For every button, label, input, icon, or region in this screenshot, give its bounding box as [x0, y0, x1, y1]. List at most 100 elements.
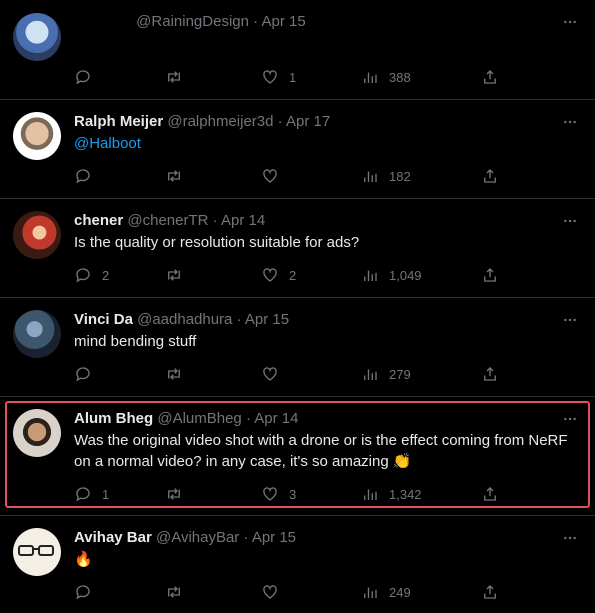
display-name[interactable]: chener: [74, 212, 123, 229]
reply-button[interactable]: [74, 166, 102, 186]
retweet-button[interactable]: [165, 582, 183, 602]
retweet-button[interactable]: [165, 484, 183, 504]
views-icon: [361, 68, 379, 86]
tweet[interactable]: Vinci Da @aadhadhura · Apr 15 mind bendi…: [0, 298, 595, 396]
share-button[interactable]: [481, 166, 499, 186]
views-icon: [361, 266, 379, 284]
tweet[interactable]: Alum Bheg @AlumBheg · Apr 14 Was the ori…: [0, 397, 595, 515]
more-icon[interactable]: [562, 530, 578, 546]
reply-icon: [74, 266, 92, 284]
like-button[interactable]: 1: [261, 67, 296, 87]
like-count: 1: [289, 69, 297, 85]
reply-count: 2: [102, 267, 110, 283]
like-button[interactable]: 3: [261, 484, 296, 504]
more-icon[interactable]: [562, 114, 578, 130]
tweet-text: Is the quality or resolution suitable fo…: [74, 234, 360, 251]
share-button[interactable]: [481, 67, 499, 87]
display-name[interactable]: Avihay Bar: [74, 529, 152, 546]
date[interactable]: Apr 15: [261, 13, 305, 30]
views-button[interactable]: 279: [361, 364, 411, 384]
share-icon: [481, 68, 499, 86]
reply-button[interactable]: [74, 364, 102, 384]
handle[interactable]: @AvihayBar: [156, 529, 239, 546]
retweet-button[interactable]: [165, 364, 183, 384]
views-button[interactable]: 1,049: [361, 265, 422, 285]
handle[interactable]: @RainingDesign: [136, 13, 249, 30]
views-button[interactable]: 1,342: [361, 484, 422, 504]
date[interactable]: Apr 14: [254, 410, 298, 427]
tweet-text: Was the original video shot with a drone…: [74, 432, 568, 470]
like-icon: [261, 485, 279, 503]
reply-icon: [74, 68, 92, 86]
views-count: 1,342: [389, 486, 422, 502]
more-icon[interactable]: [562, 14, 578, 30]
share-icon: [481, 485, 499, 503]
avatar[interactable]: [13, 211, 61, 259]
tweet-text: 🔥: [74, 551, 93, 568]
handle[interactable]: @chenerTR: [127, 212, 208, 229]
display-name[interactable]: Alum Bheg: [74, 410, 153, 427]
reply-icon: [74, 167, 92, 185]
tweet[interactable]: Ralph Meijer @ralphmeijer3d · Apr 17 @Ha…: [0, 100, 595, 198]
views-count: 182: [389, 168, 411, 184]
action-bar: 249: [74, 582, 579, 602]
like-button[interactable]: [261, 582, 289, 602]
like-icon: [261, 68, 279, 86]
tweet[interactable]: Avihay Bar @AvihayBar · Apr 15 🔥 249: [0, 516, 595, 613]
reply-button[interactable]: 1: [74, 484, 109, 504]
views-button[interactable]: 388: [361, 67, 411, 87]
date[interactable]: Apr 17: [286, 113, 330, 130]
tweet[interactable]: @RainingDesign · Apr 15 1 388: [0, 0, 595, 99]
retweet-button[interactable]: [165, 166, 183, 186]
share-button[interactable]: [481, 364, 499, 384]
avatar[interactable]: [13, 13, 61, 61]
share-icon: [481, 167, 499, 185]
handle[interactable]: @AlumBheg: [157, 410, 241, 427]
views-icon: [361, 167, 379, 185]
avatar[interactable]: [13, 310, 61, 358]
avatar[interactable]: [13, 409, 61, 457]
more-icon[interactable]: [562, 213, 578, 229]
avatar[interactable]: [13, 528, 61, 576]
share-button[interactable]: [481, 484, 499, 504]
like-button[interactable]: [261, 166, 289, 186]
more-icon[interactable]: [562, 411, 578, 427]
like-button[interactable]: 2: [261, 265, 296, 285]
share-button[interactable]: [481, 582, 499, 602]
views-count: 249: [389, 584, 411, 600]
action-bar: 182: [74, 166, 579, 186]
like-icon: [261, 583, 279, 601]
reply-button[interactable]: [74, 582, 102, 602]
display-name[interactable]: Vinci Da: [74, 311, 133, 328]
views-icon: [361, 583, 379, 601]
views-count: 1,049: [389, 267, 422, 283]
action-bar: 279: [74, 364, 579, 384]
retweet-icon: [165, 583, 183, 601]
reply-button[interactable]: [74, 67, 102, 87]
handle[interactable]: @ralphmeijer3d: [167, 113, 273, 130]
retweet-button[interactable]: [165, 265, 183, 285]
action-bar: 2 2 1,049: [74, 265, 579, 285]
views-button[interactable]: 182: [361, 166, 411, 186]
date[interactable]: Apr 14: [221, 212, 265, 229]
retweet-button[interactable]: [165, 67, 183, 87]
date[interactable]: Apr 15: [245, 311, 289, 328]
like-count: 2: [289, 267, 297, 283]
tweet[interactable]: chener @chenerTR · Apr 14 Is the quality…: [0, 199, 595, 297]
retweet-icon: [165, 266, 183, 284]
views-button[interactable]: 249: [361, 582, 411, 602]
retweet-icon: [165, 485, 183, 503]
tweet-text[interactable]: @Halboot: [74, 133, 579, 154]
more-icon[interactable]: [562, 312, 578, 328]
retweet-icon: [165, 68, 183, 86]
avatar[interactable]: [13, 112, 61, 160]
reply-button[interactable]: 2: [74, 265, 109, 285]
display-name[interactable]: Ralph Meijer: [74, 113, 163, 130]
glasses-face-icon: [18, 545, 54, 556]
share-button[interactable]: [481, 265, 499, 285]
like-button[interactable]: [261, 364, 289, 384]
views-icon: [361, 485, 379, 503]
date[interactable]: Apr 15: [252, 529, 296, 546]
like-icon: [261, 266, 279, 284]
handle[interactable]: @aadhadhura: [137, 311, 232, 328]
